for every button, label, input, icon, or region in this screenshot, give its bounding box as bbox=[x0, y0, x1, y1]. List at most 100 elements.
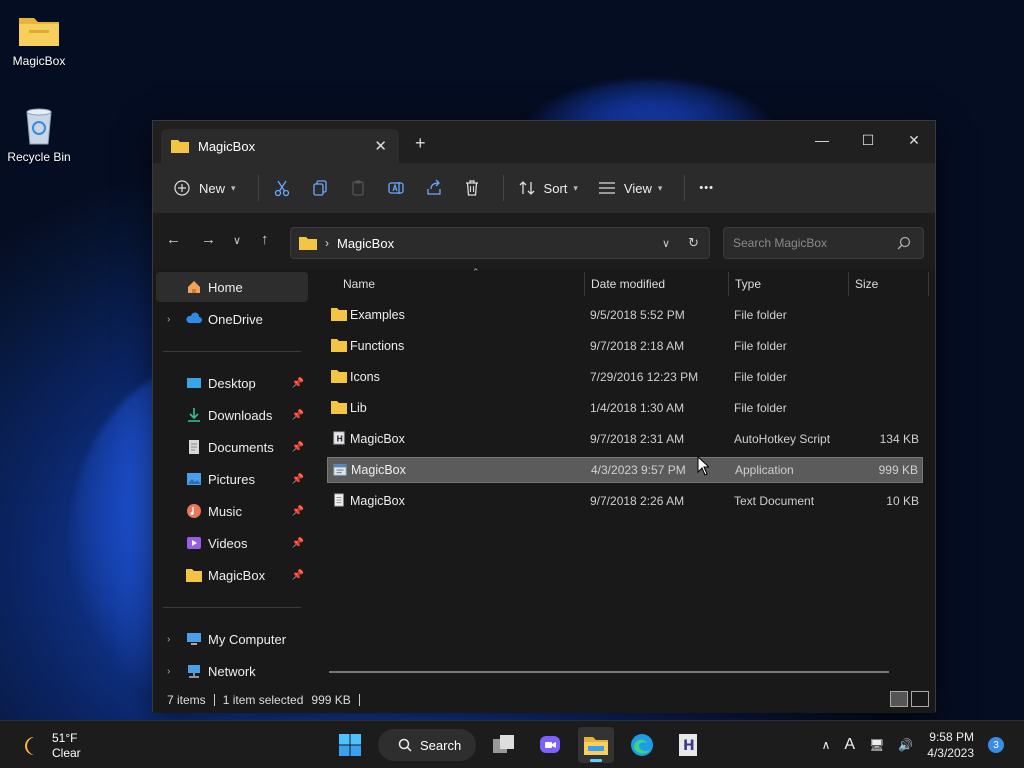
cut-button[interactable] bbox=[267, 172, 297, 204]
table-row[interactable]: Icons 7/29/2016 12:23 PM File folder bbox=[327, 364, 923, 390]
details-view-icon[interactable] bbox=[890, 691, 908, 707]
notification-badge[interactable]: 3 bbox=[988, 737, 1004, 753]
volume-icon[interactable]: 🔊 bbox=[898, 738, 913, 752]
taskbar-search-button[interactable]: Search bbox=[378, 729, 476, 761]
close-button[interactable]: ✕ bbox=[891, 125, 937, 155]
sidebar-item-my-computer[interactable]: › My Computer bbox=[156, 624, 308, 654]
edge-browser-button[interactable] bbox=[624, 727, 660, 763]
paste-button[interactable] bbox=[343, 172, 373, 204]
delete-button[interactable] bbox=[457, 172, 487, 204]
title-bar: MagicBox ✕ + — ☐ ✕ bbox=[153, 121, 935, 163]
recent-locations-chevron-icon[interactable]: ∨ bbox=[233, 234, 241, 247]
column-header-date[interactable]: Date modified bbox=[585, 269, 729, 299]
pin-icon[interactable]: 📌 bbox=[292, 506, 304, 517]
start-button[interactable] bbox=[332, 727, 368, 763]
folder-icon bbox=[331, 339, 347, 352]
sidebar-item-documents[interactable]: Documents 📌 bbox=[156, 432, 308, 462]
column-header-name[interactable]: Name ⌃ bbox=[327, 267, 585, 299]
folder-icon bbox=[171, 140, 189, 153]
tab-close-button[interactable]: ✕ bbox=[374, 137, 387, 155]
chevron-right-icon[interactable]: › bbox=[167, 634, 170, 645]
sidebar-item-downloads[interactable]: Downloads 📌 bbox=[156, 400, 308, 430]
item-count: 7 items bbox=[167, 693, 206, 707]
new-button[interactable]: New ▾ bbox=[167, 172, 242, 204]
horizontal-scrollbar[interactable] bbox=[329, 671, 889, 673]
column-header-label: Name bbox=[343, 277, 376, 291]
toolbar-separator bbox=[257, 175, 259, 201]
table-row[interactable]: MagicBox 9/7/2018 2:26 AM Text Document … bbox=[327, 488, 923, 514]
command-bar: New ▾ Sort ▾ View ▾ ••• bbox=[153, 163, 935, 213]
maximize-button[interactable]: ☐ bbox=[845, 125, 891, 155]
tiles-view-icon[interactable] bbox=[911, 691, 929, 707]
table-row[interactable]: Lib 1/4/2018 1:30 AM File folder bbox=[327, 395, 923, 421]
sidebar-item-magicbox[interactable]: MagicBox 📌 bbox=[156, 560, 308, 590]
autohotkey-button[interactable]: H bbox=[670, 727, 706, 763]
rename-button[interactable] bbox=[381, 172, 411, 204]
toolbar-separator bbox=[502, 175, 504, 201]
sidebar-item-desktop[interactable]: Desktop 📌 bbox=[156, 368, 308, 398]
tab-magicbox[interactable]: MagicBox ✕ bbox=[161, 129, 399, 163]
copy-button[interactable] bbox=[305, 172, 335, 204]
pin-icon[interactable]: 📌 bbox=[292, 378, 304, 389]
task-view-button[interactable] bbox=[486, 727, 522, 763]
pin-icon[interactable]: 📌 bbox=[292, 410, 304, 421]
sidebar-item-home[interactable]: Home bbox=[156, 272, 308, 302]
desktop-icon-magicbox[interactable]: MagicBox bbox=[1, 10, 77, 68]
sidebar-item-label: Network bbox=[208, 663, 256, 679]
chevron-up-icon[interactable]: ∧ bbox=[822, 738, 831, 752]
sidebar-item-network[interactable]: › Network bbox=[156, 656, 308, 686]
chevron-right-icon[interactable]: › bbox=[167, 666, 170, 677]
chevron-down-icon[interactable]: ∨ bbox=[662, 237, 670, 251]
table-row[interactable]: Examples 9/5/2018 5:52 PM File folder bbox=[327, 302, 923, 328]
chevron-right-icon[interactable]: › bbox=[167, 314, 170, 325]
more-options-button[interactable]: ••• bbox=[693, 172, 720, 204]
weather-widget[interactable]: 51°F Clear bbox=[18, 731, 81, 761]
table-row[interactable]: Functions 9/7/2018 2:18 AM File folder bbox=[327, 333, 923, 359]
new-tab-button[interactable]: + bbox=[415, 133, 426, 154]
file-name: MagicBox bbox=[351, 463, 406, 477]
system-tray: ∧ A 🖥 🔊 9:58 PM 4/3/2023 3 bbox=[822, 729, 1004, 761]
file-explorer-window: MagicBox ✕ + — ☐ ✕ New ▾ Sort ▾ View ▾ •… bbox=[152, 120, 936, 713]
column-header-type[interactable]: Type bbox=[729, 269, 849, 299]
search-box[interactable]: Search MagicBox bbox=[723, 227, 924, 259]
sort-button[interactable]: Sort ▾ bbox=[512, 172, 584, 204]
pin-icon[interactable]: 📌 bbox=[292, 442, 304, 453]
address-bar[interactable]: › MagicBox ∨ ↻ bbox=[290, 227, 710, 259]
forward-arrow-icon[interactable]: → bbox=[201, 231, 216, 248]
column-header-size[interactable]: Size bbox=[849, 269, 929, 299]
file-explorer-taskbar-button[interactable] bbox=[578, 727, 614, 763]
sidebar-item-label: Home bbox=[208, 279, 243, 295]
pin-icon[interactable]: 📌 bbox=[292, 474, 304, 485]
input-language-icon[interactable]: A bbox=[844, 736, 855, 754]
view-button[interactable]: View ▾ bbox=[592, 172, 668, 204]
windows-logo-icon bbox=[339, 734, 361, 756]
file-date: 4/3/2023 9:57 PM bbox=[591, 463, 686, 477]
minimize-button[interactable]: — bbox=[799, 125, 845, 155]
sidebar-item-onedrive[interactable]: › OneDrive bbox=[156, 304, 308, 334]
pin-icon[interactable]: 📌 bbox=[292, 570, 304, 581]
desktop-icon-recycle-bin[interactable]: Recycle Bin bbox=[1, 106, 77, 164]
file-size: 134 KB bbox=[879, 432, 919, 446]
breadcrumb-magicbox[interactable]: MagicBox bbox=[337, 236, 394, 251]
network-status-icon[interactable]: 🖥 bbox=[869, 738, 884, 752]
chat-button[interactable] bbox=[532, 727, 568, 763]
application-icon bbox=[333, 464, 347, 476]
new-button-label: New bbox=[199, 180, 226, 196]
refresh-icon[interactable]: ↻ bbox=[688, 235, 699, 251]
clock[interactable]: 9:58 PM 4/3/2023 bbox=[927, 729, 974, 761]
search-placeholder: Search MagicBox bbox=[733, 236, 828, 250]
back-arrow-icon[interactable]: ← bbox=[166, 231, 181, 248]
sidebar-item-music[interactable]: Music 📌 bbox=[156, 496, 308, 526]
share-button[interactable] bbox=[419, 172, 449, 204]
table-row[interactable]: H MagicBox 9/7/2018 2:31 AM AutoHotkey S… bbox=[327, 426, 923, 452]
document-icon bbox=[186, 439, 202, 455]
column-divider[interactable] bbox=[928, 272, 929, 296]
table-row-selected[interactable]: MagicBox 4/3/2023 9:57 PM Application 99… bbox=[327, 457, 923, 483]
video-icon bbox=[186, 535, 202, 551]
up-arrow-icon[interactable]: ↑ bbox=[261, 231, 269, 248]
sidebar-item-videos[interactable]: Videos 📌 bbox=[156, 528, 308, 558]
file-date: 9/7/2018 2:31 AM bbox=[590, 432, 685, 446]
status-separator bbox=[213, 694, 215, 706]
sidebar-item-pictures[interactable]: Pictures 📌 bbox=[156, 464, 308, 494]
pin-icon[interactable]: 📌 bbox=[292, 538, 304, 549]
